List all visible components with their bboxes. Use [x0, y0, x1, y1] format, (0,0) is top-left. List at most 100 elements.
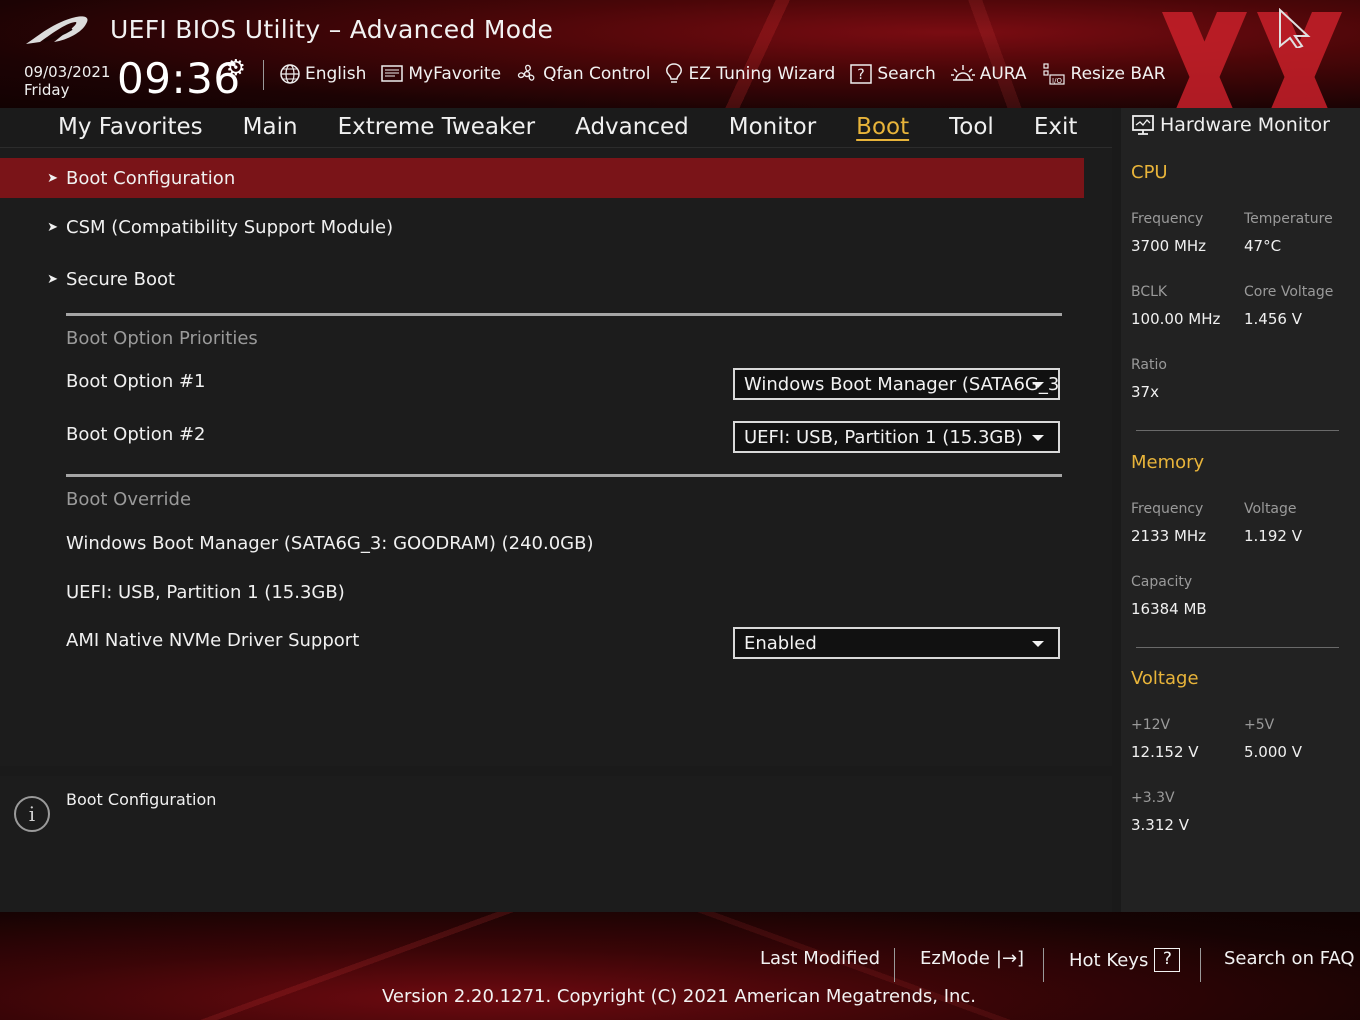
cpu-frequency-label: Frequency	[1131, 211, 1204, 227]
chevron-right-icon: ➤	[47, 271, 58, 287]
core-voltage-value: 1.456 V	[1244, 310, 1302, 328]
resize-bar-icon: I/O	[1042, 63, 1065, 85]
submenu-boot-configuration[interactable]: ➤ Boot Configuration	[0, 158, 1084, 198]
divider	[1136, 430, 1339, 431]
cpu-temperature-label: Temperature	[1244, 211, 1333, 227]
memory-voltage-value: 1.192 V	[1244, 527, 1302, 545]
tab-boot[interactable]: Boot	[836, 112, 929, 142]
chevron-down-icon	[1032, 641, 1044, 647]
ezmode-button[interactable]: EzMode |→]	[920, 948, 1024, 969]
gear-icon[interactable]: ⚙	[226, 56, 246, 81]
day-text: Friday	[24, 81, 70, 99]
fan-icon	[517, 64, 535, 81]
cpu-frequency-value: 3700 MHz	[1131, 237, 1207, 255]
last-modified-button[interactable]: Last Modified	[760, 948, 880, 969]
tab-my-favorites[interactable]: My Favorites	[38, 112, 223, 142]
memory-heading: Memory	[1131, 452, 1205, 473]
divider	[1136, 647, 1339, 648]
tab-bar: My Favorites Main Extreme Tweaker Advanc…	[0, 108, 1112, 148]
submenu-csm[interactable]: ➤ CSM (Compatibility Support Module)	[0, 207, 1084, 247]
cpu-heading: CPU	[1131, 162, 1168, 183]
memory-capacity-label: Capacity	[1131, 574, 1193, 590]
submenu-label: CSM (Compatibility Support Module)	[66, 216, 394, 238]
monitor-icon	[1132, 115, 1154, 135]
last-modified-label: Last Modified	[760, 948, 881, 969]
boot-option-2-label: Boot Option #2	[66, 424, 206, 445]
voltage-heading: Voltage	[1131, 668, 1199, 689]
boot-option-1-select[interactable]: Windows Boot Manager (SATA6G_3: GOODRAM)…	[733, 368, 1060, 400]
search-faq-button[interactable]: Search on FAQ	[1224, 948, 1355, 969]
hardware-monitor-title: Hardware Monitor	[1131, 114, 1330, 136]
version-text: Version 2.20.1271. Copyright (C) 2021 Am…	[0, 986, 1360, 1007]
v33-value: 3.312 V	[1131, 816, 1189, 834]
myfavorite-label: MyFavorite	[408, 64, 502, 84]
chevron-down-icon	[1032, 435, 1044, 441]
toolbar: English MyFavorite Qfan Control EZ Tunin…	[279, 62, 1180, 86]
divider	[1200, 948, 1201, 982]
submenu-label: Boot Configuration	[66, 167, 236, 189]
tab-tool[interactable]: Tool	[929, 112, 1014, 142]
boot-option-2-select[interactable]: UEFI: USB, Partition 1 (15.3GB)	[733, 421, 1060, 453]
resize-bar-button[interactable]: I/O Resize BAR	[1041, 62, 1166, 86]
help-panel: i Boot Configuration	[0, 776, 1112, 912]
search-faq-label: Search on FAQ	[1224, 948, 1355, 969]
tab-exit[interactable]: Exit	[1014, 112, 1098, 142]
hardware-monitor-panel: Hardware Monitor CPU Frequency Temperatu…	[1121, 108, 1360, 912]
mouse-cursor-icon	[1279, 8, 1311, 48]
qfan-control-button[interactable]: Qfan Control	[515, 62, 650, 86]
ez-tuning-wizard-button[interactable]: EZ Tuning Wizard	[664, 62, 835, 86]
footer: Last Modified EzMode |→] Hot Keys ? Sear…	[0, 912, 1360, 1020]
version-label: Version 2.20.1271. Copyright (C) 2021 Am…	[381, 986, 977, 1007]
divider	[894, 948, 895, 982]
tab-monitor[interactable]: Monitor	[709, 112, 836, 142]
chevron-right-icon: ➤	[47, 219, 58, 235]
ratio-label: Ratio	[1131, 357, 1167, 373]
hot-keys-label: Hot Keys	[1069, 949, 1149, 971]
nvme-driver-select[interactable]: Enabled	[733, 627, 1060, 659]
boot-settings-panel: ➤ Boot Configuration ➤ CSM (Compatibilit…	[0, 148, 1112, 766]
aura-label: AURA	[979, 64, 1027, 84]
bulb-icon	[666, 63, 683, 83]
language-label: English	[305, 64, 367, 84]
ez-tuning-wizard-label: EZ Tuning Wizard	[688, 64, 836, 84]
submenu-secure-boot[interactable]: ➤ Secure Boot	[0, 259, 1084, 299]
memory-frequency-value: 2133 MHz	[1131, 527, 1207, 545]
search-help-icon: ?	[850, 64, 873, 84]
nvme-driver-value: Enabled	[744, 632, 817, 654]
v12-label: +12V	[1131, 717, 1171, 733]
memory-capacity-value: 16384 MB	[1131, 600, 1207, 618]
section-divider	[66, 474, 1062, 477]
bclk-label: BCLK	[1131, 284, 1168, 300]
divider	[1043, 948, 1044, 982]
myfavorite-button[interactable]: MyFavorite	[380, 62, 501, 86]
ezmode-label: EzMode	[920, 948, 990, 969]
rog-logo-icon	[26, 16, 88, 44]
boot-option-priorities-heading: Boot Option Priorities	[66, 328, 258, 349]
boot-option-2-value: UEFI: USB, Partition 1 (15.3GB)	[744, 426, 1023, 448]
tab-main[interactable]: Main	[223, 112, 318, 142]
bclk-value: 100.00 MHz	[1131, 310, 1221, 328]
chevron-down-icon	[1032, 382, 1044, 388]
boot-option-1-label: Boot Option #1	[66, 371, 206, 392]
date-block: 09/03/2021 Friday	[24, 63, 110, 99]
aura-button[interactable]: AURA	[950, 62, 1027, 86]
divider	[263, 60, 264, 90]
core-voltage-label: Core Voltage	[1244, 284, 1334, 300]
aura-icon	[950, 65, 975, 81]
boot-override-heading: Boot Override	[66, 489, 192, 510]
svg-text:I/O: I/O	[1052, 77, 1062, 85]
watermark-logo	[1162, 12, 1342, 108]
search-button[interactable]: ? Search	[849, 62, 936, 86]
language-button[interactable]: English	[279, 62, 366, 86]
tab-advanced[interactable]: Advanced	[555, 112, 709, 142]
v5-value: 5.000 V	[1244, 743, 1302, 761]
boot-override-item[interactable]: Windows Boot Manager (SATA6G_3: GOODRAM)…	[66, 533, 593, 554]
qfan-control-label: Qfan Control	[543, 64, 651, 84]
tab-extreme-tweaker[interactable]: Extreme Tweaker	[318, 112, 556, 142]
v5-label: +5V	[1244, 717, 1275, 733]
search-label: Search	[877, 64, 936, 84]
boot-override-item[interactable]: UEFI: USB, Partition 1 (15.3GB)	[66, 582, 345, 603]
hot-keys-button[interactable]: Hot Keys ?	[1069, 948, 1181, 972]
resize-bar-label: Resize BAR	[1070, 64, 1166, 84]
info-icon: i	[14, 796, 50, 832]
